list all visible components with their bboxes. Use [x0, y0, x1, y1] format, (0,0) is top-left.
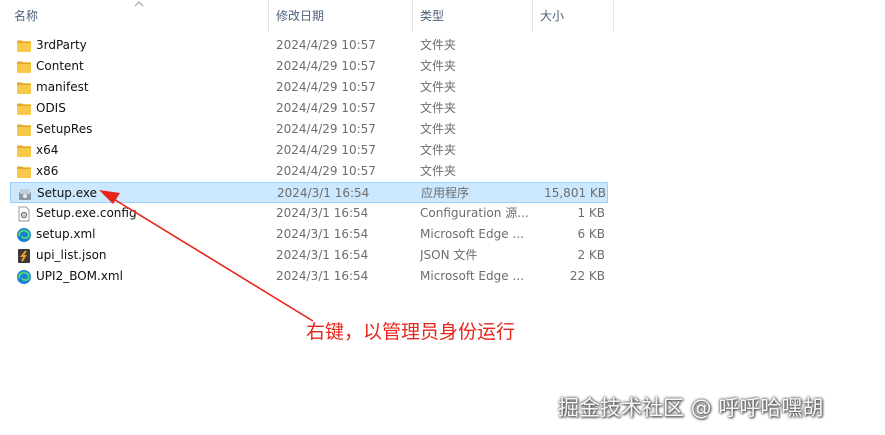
file-name: Content	[36, 59, 84, 73]
column-type-header[interactable]: 类型	[420, 0, 530, 32]
file-size	[540, 119, 605, 140]
file-size: 15,801 KB	[544, 186, 606, 200]
file-modified-date: 2024/4/29 10:57	[276, 143, 376, 157]
file-modified-date: 2024/3/1 16:54	[276, 269, 369, 283]
file-modified-date: 2024/4/29 10:57	[276, 164, 376, 178]
file-row[interactable]: x86 2024/4/29 10:57 文件夹	[10, 161, 608, 182]
column-divider[interactable]	[268, 0, 269, 32]
file-row[interactable]: upi_list.json 2024/3/1 16:54 JSON 文件 2 KB	[10, 245, 608, 266]
edge-icon	[16, 269, 32, 285]
file-row[interactable]: SetupRes 2024/4/29 10:57 文件夹	[10, 119, 608, 140]
column-size-header[interactable]: 大小	[540, 0, 610, 32]
file-name: ODIS	[36, 101, 66, 115]
file-type: Configuration 源...	[420, 206, 529, 220]
file-size	[540, 161, 605, 182]
watermark: 掘金技术社区 @ 呼呼哈嘿胡	[558, 396, 824, 420]
file-row[interactable]: x64 2024/4/29 10:57 文件夹	[10, 140, 608, 161]
file-row[interactable]: ODIS 2024/4/29 10:57 文件夹	[10, 98, 608, 119]
file-size: 1 KB	[577, 206, 605, 220]
file-type: Microsoft Edge ...	[420, 269, 524, 283]
file-type: 应用程序	[421, 186, 470, 200]
folder-icon	[16, 164, 32, 180]
file-size: 2 KB	[577, 248, 605, 262]
annotation-text: 右键，以管理员身份运行	[306, 321, 516, 343]
file-name: Setup.exe	[37, 186, 98, 200]
file-name: x64	[36, 143, 59, 157]
folder-icon	[16, 122, 32, 138]
file-modified-date: 2024/3/1 16:54	[277, 186, 370, 200]
file-type: 文件夹	[420, 59, 457, 73]
file-modified-date: 2024/4/29 10:57	[276, 80, 376, 94]
file-modified-date: 2024/4/29 10:57	[276, 101, 376, 115]
folder-icon	[16, 59, 32, 75]
file-modified-date: 2024/4/29 10:57	[276, 59, 376, 73]
json-file-icon	[16, 248, 32, 264]
file-size: 6 KB	[577, 227, 605, 241]
file-type: 文件夹	[420, 101, 457, 115]
file-name: upi_list.json	[36, 248, 107, 262]
file-name: setup.xml	[36, 227, 96, 241]
column-name-header[interactable]: 名称	[14, 0, 264, 32]
file-size	[540, 140, 605, 161]
file-type: 文件夹	[420, 164, 457, 178]
folder-icon	[16, 101, 32, 117]
file-name: Setup.exe.config	[36, 206, 137, 220]
file-row[interactable]: 3rdParty 2024/4/29 10:57 文件夹	[10, 35, 608, 56]
file-row[interactable]: manifest 2024/4/29 10:57 文件夹	[10, 77, 608, 98]
file-modified-date: 2024/3/1 16:54	[276, 248, 369, 262]
file-type: JSON 文件	[420, 248, 478, 262]
file-row[interactable]: Setup.exe 2024/3/1 16:54 应用程序 15,801 KB	[10, 182, 608, 203]
file-row[interactable]: setup.xml 2024/3/1 16:54 Microsoft Edge ..…	[10, 224, 608, 245]
file-name: manifest	[36, 80, 89, 94]
file-name: SetupRes	[36, 122, 93, 136]
file-type: Microsoft Edge ...	[420, 227, 524, 241]
folder-icon	[16, 38, 32, 54]
file-modified-date: 2024/4/29 10:57	[276, 122, 376, 136]
edge-icon	[16, 227, 32, 243]
file-name: UPI2_BOM.xml	[36, 269, 123, 283]
file-name: x86	[36, 164, 59, 178]
file-type: 文件夹	[420, 122, 457, 136]
file-type: 文件夹	[420, 38, 457, 52]
file-modified-date: 2024/4/29 10:57	[276, 38, 376, 52]
file-row[interactable]: Setup.exe.config 2024/3/1 16:54 Configurat…	[10, 203, 608, 224]
file-size	[540, 35, 605, 56]
column-divider[interactable]	[613, 0, 614, 32]
file-modified-date: 2024/3/1 16:54	[276, 206, 369, 220]
folder-icon	[16, 143, 32, 159]
file-row[interactable]: UPI2_BOM.xml 2024/3/1 16:54 Microsoft Edge…	[10, 266, 608, 287]
file-size: 22 KB	[569, 269, 605, 283]
file-size	[540, 77, 605, 98]
folder-icon	[16, 80, 32, 96]
file-type: 文件夹	[420, 80, 457, 94]
file-size	[540, 56, 605, 77]
file-type: 文件夹	[420, 143, 457, 157]
column-date-header[interactable]: 修改日期	[276, 0, 406, 32]
column-header: 名称 修改日期 类型 大小	[0, 0, 885, 32]
column-divider[interactable]	[532, 0, 533, 32]
file-name: 3rdParty	[36, 38, 87, 52]
column-divider[interactable]	[412, 0, 413, 32]
file-modified-date: 2024/3/1 16:54	[276, 227, 369, 241]
setup-exe-icon	[17, 186, 33, 202]
file-size	[540, 98, 605, 119]
file-row[interactable]: Content 2024/4/29 10:57 文件夹	[10, 56, 608, 77]
config-file-icon	[16, 206, 32, 222]
